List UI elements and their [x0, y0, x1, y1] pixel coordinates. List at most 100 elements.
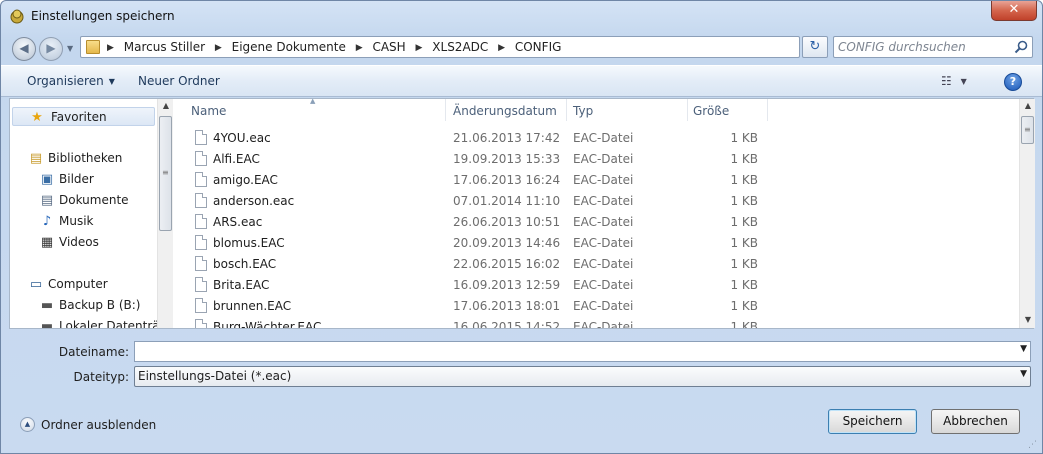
caret-down-icon: ▼	[108, 77, 115, 86]
file-type: EAC-Datei	[573, 320, 634, 328]
breadcrumb-item-xls2adc[interactable]: XLS2ADC	[432, 40, 488, 54]
music-icon: ♪	[42, 214, 52, 229]
column-header-size[interactable]: Größe	[688, 99, 768, 121]
scroll-down-icon[interactable]: ▼	[1020, 315, 1036, 324]
filename-combobox[interactable]: ▼	[134, 341, 1031, 362]
new-folder-button[interactable]: Neuer Ordner	[138, 74, 220, 88]
search-input[interactable]	[838, 39, 1010, 55]
file-row[interactable]: ARS.eac 26.06.2013 10:51 EAC-Datei 1 KB	[174, 212, 1019, 233]
nav-item-label: Lokaler Datenträg	[59, 319, 157, 328]
navigation-scrollbar[interactable]: ▲ ≡	[157, 99, 173, 328]
search-box[interactable]	[833, 36, 1033, 58]
grip-icon: ≡	[1024, 125, 1031, 134]
file-size: 1 KB	[730, 173, 758, 187]
column-header-date[interactable]: Änderungsdatum	[446, 99, 567, 121]
column-header-label: Änderungsdatum	[453, 104, 557, 118]
resize-grip-icon[interactable]: ⋰	[1028, 440, 1037, 450]
view-list-icon: ☷	[941, 74, 952, 88]
filename-input[interactable]	[138, 344, 1008, 359]
close-button[interactable]: ✕	[991, 1, 1037, 21]
file-icon	[195, 319, 207, 328]
file-row[interactable]: blomus.EAC 20.09.2013 14:46 EAC-Datei 1 …	[174, 233, 1019, 254]
file-icon	[195, 151, 207, 166]
nav-item-label: Bilder	[59, 172, 94, 186]
nav-item-label: Dokumente	[59, 193, 129, 207]
hide-folders-label: Ordner ausblenden	[41, 418, 157, 432]
file-list: ▲ Name Änderungsdatum Typ Größe 4YOU.eac…	[174, 99, 1019, 328]
organise-label: Organisieren	[27, 74, 104, 88]
file-row[interactable]: anderson.eac 07.01.2014 11:10 EAC-Datei …	[174, 191, 1019, 212]
file-row[interactable]: amigo.EAC 17.06.2013 16:24 EAC-Datei 1 K…	[174, 170, 1019, 191]
file-row[interactable]: Alfi.EAC 19.09.2013 15:33 EAC-Datei 1 KB	[174, 149, 1019, 170]
history-dropdown-icon[interactable]: ▼	[67, 44, 73, 53]
breadcrumb: ▶ Marcus Stiller ▶ Eigene Dokumente ▶ CA…	[105, 40, 561, 54]
file-date: 17.06.2013 18:01	[453, 299, 561, 313]
forward-button[interactable]: ▶	[39, 37, 63, 61]
file-type: EAC-Datei	[573, 152, 634, 166]
file-type: EAC-Datei	[573, 215, 634, 229]
breadcrumb-item-cash[interactable]: CASH	[372, 40, 405, 54]
organise-button[interactable]: Organisieren ▼	[27, 74, 115, 88]
save-dialog: Einstellungen speichern ✕ ◀ ▶ ▼ ▶ Marcus…	[0, 0, 1043, 454]
help-button[interactable]: ?	[1004, 73, 1022, 91]
file-icon	[195, 193, 207, 208]
breadcrumb-item-eigene-dokumente[interactable]: Eigene Dokumente	[232, 40, 346, 54]
file-size: 1 KB	[730, 257, 758, 271]
chevron-down-icon[interactable]: ▼	[1020, 344, 1027, 354]
search-icon[interactable]	[1014, 40, 1028, 54]
file-row[interactable]: bosch.EAC 22.06.2015 16:02 EAC-Datei 1 K…	[174, 254, 1019, 275]
sort-ascending-icon: ▲	[310, 99, 316, 105]
folder-icon	[86, 40, 100, 54]
nav-item-favorites[interactable]: ★ Favoriten	[12, 107, 155, 126]
file-name: Burg-Wächter.EAC	[213, 320, 322, 328]
back-button[interactable]: ◀	[12, 37, 36, 61]
file-date: 21.06.2013 17:42	[453, 131, 561, 145]
chevron-right-icon[interactable]: ▶	[107, 43, 114, 53]
file-row[interactable]: Brita.EAC 16.09.2013 12:59 EAC-Datei 1 K…	[174, 275, 1019, 296]
scroll-up-icon[interactable]: ▲	[158, 101, 174, 110]
file-date: 19.09.2013 15:33	[453, 152, 561, 166]
title-bar[interactable]: Einstellungen speichern ✕	[1, 1, 1042, 31]
file-type: EAC-Datei	[573, 278, 634, 292]
refresh-button[interactable]: ↻	[802, 36, 828, 58]
address-bar[interactable]: ▶ Marcus Stiller ▶ Eigene Dokumente ▶ CA…	[80, 36, 875, 58]
file-date: 22.06.2015 16:02	[453, 257, 561, 271]
navigation-pane: ★ Favoriten ▤ Bibliotheken ▣ Bilder ▤ Do…	[10, 99, 157, 328]
save-button[interactable]: Speichern	[828, 409, 917, 434]
file-date: 07.01.2014 11:10	[453, 194, 561, 208]
browser-panes: ★ Favoriten ▤ Bibliotheken ▣ Bilder ▤ Do…	[9, 98, 1035, 329]
nav-item-label: Videos	[59, 235, 99, 249]
file-date: 16.06.2015 14:52	[453, 320, 561, 328]
computer-icon: ▭	[29, 277, 43, 292]
file-size: 1 KB	[730, 320, 758, 328]
scroll-up-icon[interactable]: ▲	[1020, 101, 1036, 110]
file-date: 26.06.2013 10:51	[453, 215, 561, 229]
chevron-right-icon[interactable]: ▶	[356, 43, 363, 53]
file-icon	[195, 256, 207, 271]
local-disk-icon: ▬	[40, 319, 54, 328]
column-header-name[interactable]: ▲ Name	[174, 99, 446, 121]
column-header-type[interactable]: Typ	[567, 99, 688, 121]
file-date: 20.09.2013 14:46	[453, 236, 561, 250]
chevron-down-icon[interactable]: ▼	[1020, 369, 1027, 379]
chevron-right-icon[interactable]: ▶	[416, 43, 423, 53]
file-row[interactable]: Burg-Wächter.EAC 16.06.2015 14:52 EAC-Da…	[174, 317, 1019, 328]
nav-item-label: Computer	[48, 277, 108, 291]
file-row[interactable]: 4YOU.eac 21.06.2013 17:42 EAC-Datei 1 KB	[174, 128, 1019, 149]
file-list-scrollbar[interactable]: ▲ ≡ ▼	[1019, 99, 1035, 328]
file-name: anderson.eac	[213, 194, 295, 208]
chevron-right-icon[interactable]: ▶	[215, 43, 222, 53]
breadcrumb-item-config[interactable]: CONFIG	[515, 40, 562, 54]
file-size: 1 KB	[730, 236, 758, 250]
chevron-right-icon[interactable]: ▶	[498, 43, 505, 53]
file-icon	[195, 235, 207, 250]
file-size: 1 KB	[730, 131, 758, 145]
filetype-select[interactable]: Einstellungs-Datei (*.eac) ▼	[134, 366, 1031, 387]
nav-item-label: Bibliotheken	[48, 151, 123, 165]
cancel-button[interactable]: Abbrechen	[931, 409, 1020, 434]
file-row[interactable]: brunnen.EAC 17.06.2013 18:01 EAC-Datei 1…	[174, 296, 1019, 317]
file-type: EAC-Datei	[573, 131, 634, 145]
breadcrumb-item-marcus-stiller[interactable]: Marcus Stiller	[124, 40, 205, 54]
grip-icon: ≡	[162, 168, 169, 177]
views-button[interactable]: ☷ ▼	[941, 74, 981, 90]
